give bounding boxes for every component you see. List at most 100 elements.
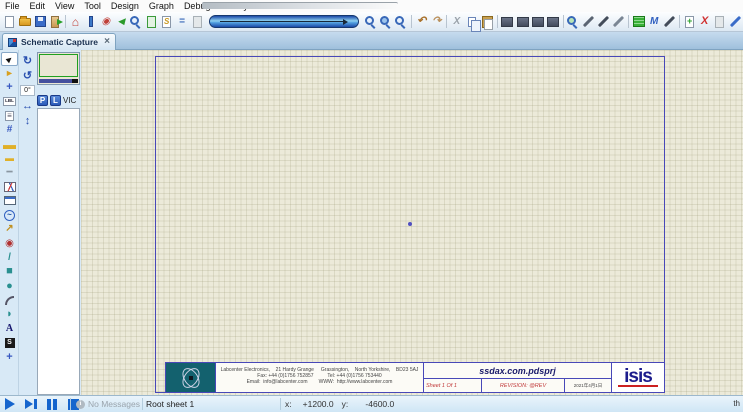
hammer-tool-icon[interactable] — [611, 14, 626, 30]
electrical-tools-icon[interactable] — [662, 14, 677, 30]
design-explorer-icon[interactable] — [129, 14, 144, 30]
menu-file[interactable]: File — [0, 0, 25, 12]
generator-mode-icon[interactable]: ~ — [1, 208, 18, 222]
cursor-coordinates: x: +1200.0 y: -4600.0 — [285, 399, 394, 409]
2d-path-icon[interactable]: ◗ — [1, 307, 18, 321]
status-divider — [70, 398, 71, 410]
find-component-icon[interactable] — [566, 14, 581, 30]
wire-label-mode-icon[interactable]: LBL — [1, 95, 18, 109]
open-project-icon[interactable] — [17, 14, 32, 30]
new-document-icon[interactable] — [2, 14, 17, 30]
rotate-clockwise-icon[interactable]: ↻ — [20, 53, 35, 68]
simulation-graph-icon[interactable] — [631, 14, 646, 30]
message-area[interactable]: i No Messages — [76, 397, 140, 411]
2d-marker-icon[interactable]: + — [1, 350, 18, 364]
gerber-viewer-icon[interactable]: = — [174, 14, 189, 30]
zoom-in-icon[interactable] — [363, 14, 378, 30]
copy-icon[interactable] — [464, 14, 479, 30]
zoom-out-icon[interactable] — [379, 14, 394, 30]
2d-line-icon[interactable]: / — [1, 251, 18, 265]
toolbar-separator — [446, 15, 447, 28]
device-list-item[interactable]: VIC — [63, 96, 76, 105]
toolbar-separator — [679, 15, 680, 28]
3d-visualizer-icon[interactable] — [144, 14, 159, 30]
block-copy-icon[interactable] — [500, 14, 515, 30]
tab-schematic-capture[interactable]: Schematic Capture × — [2, 33, 116, 50]
sheet-info-row: Sheet 1 Of 1 REVISION: @REV 2021年4月1日 — [424, 379, 611, 392]
voltage-probe-mode-icon[interactable]: ↗ — [1, 222, 18, 236]
property-tool-icon[interactable] — [581, 14, 596, 30]
zoom-slider-capsule[interactable] — [209, 15, 360, 28]
edit-properties-icon[interactable] — [728, 14, 743, 30]
object-selector: P L VIC — [36, 50, 81, 395]
undo-icon[interactable]: ↶ — [414, 14, 429, 30]
goto-sheet-icon[interactable] — [712, 14, 727, 30]
project-notes-icon[interactable] — [190, 14, 205, 30]
terminals-mode-icon[interactable]: ▬ — [1, 151, 18, 165]
schematic-overview-preview[interactable] — [37, 52, 80, 85]
bom-icon[interactable]: M — [647, 14, 662, 30]
block-delete-icon[interactable] — [545, 14, 560, 30]
home-page-icon[interactable]: ⌂ — [68, 14, 83, 30]
paste-icon[interactable] — [480, 14, 495, 30]
2d-circle-icon[interactable]: ● — [1, 279, 18, 293]
schematic-capture-tab-icon — [8, 38, 17, 47]
pause-button[interactable] — [45, 398, 59, 410]
origin-marker — [408, 222, 412, 226]
menu-edit[interactable]: Edit — [25, 0, 51, 12]
x-label: x: — [285, 399, 292, 409]
text-script-mode-icon[interactable]: ≡ — [1, 109, 18, 123]
remove-sheet-icon[interactable]: X — [697, 14, 712, 30]
main-area: ► ► + LBL ≡ # ▬ ▬ ━ ~ ↗ ◉ / ■ ● ◗ A S + … — [0, 50, 743, 395]
info-icon: i — [76, 400, 85, 409]
buses-mode-icon[interactable]: # — [1, 123, 18, 137]
play-button[interactable] — [3, 398, 17, 410]
2d-arc-icon[interactable] — [1, 293, 18, 307]
netlist-transfer-icon[interactable]: ◀ — [113, 14, 128, 30]
schematic-capture-icon[interactable] — [83, 14, 98, 30]
current-probe-mode-icon[interactable]: ◉ — [1, 236, 18, 250]
pick-devices-button[interactable]: P — [37, 95, 48, 106]
device-list[interactable] — [37, 108, 80, 395]
save-project-icon[interactable] — [32, 14, 47, 30]
component-mode-icon[interactable]: ► — [1, 66, 18, 80]
y-label: y: — [342, 399, 349, 409]
cut-icon[interactable]: X — [449, 14, 464, 30]
active-popup-mode-icon[interactable] — [1, 194, 18, 208]
new-sheet-icon[interactable]: + — [682, 14, 697, 30]
selection-mode-icon[interactable]: ► — [1, 52, 18, 66]
atom-icon — [180, 367, 202, 389]
pcb-layout-icon[interactable]: ◉ — [98, 14, 113, 30]
toolbar-separator — [497, 15, 498, 28]
menu-view[interactable]: View — [50, 0, 79, 12]
subcircuit-mode-icon[interactable]: ▬ — [1, 137, 18, 151]
block-rotate-icon[interactable] — [530, 14, 545, 30]
2d-box-icon[interactable]: ■ — [1, 265, 18, 279]
menu-graph[interactable]: Graph — [144, 0, 179, 12]
schematic-canvas[interactable]: Labcenter Electronics, 21 Hardy Grange G… — [81, 50, 743, 395]
graph-mode-icon[interactable] — [1, 180, 18, 194]
step-button[interactable] — [24, 398, 38, 410]
rotation-angle-field[interactable]: 0° — [20, 85, 35, 96]
menu-tool[interactable]: Tool — [79, 0, 106, 12]
mirror-horizontal-icon[interactable]: ↔ — [20, 98, 35, 113]
tab-label: Schematic Capture — [21, 37, 98, 47]
pencil-tool-icon[interactable] — [596, 14, 611, 30]
rotate-anticlockwise-icon[interactable]: ↺ — [20, 68, 35, 83]
menu-design[interactable]: Design — [106, 0, 144, 12]
junction-dot-mode-icon[interactable]: + — [1, 80, 18, 94]
message-text: No Messages — [88, 399, 140, 409]
device-pins-mode-icon[interactable]: ━ — [1, 166, 18, 180]
2d-text-icon[interactable]: A — [1, 322, 18, 336]
zoom-area-icon[interactable] — [394, 14, 409, 30]
2d-symbol-icon[interactable]: S — [1, 336, 18, 350]
block-move-icon[interactable] — [515, 14, 530, 30]
source-code-icon[interactable]: S — [159, 14, 174, 30]
close-project-icon[interactable] — [48, 14, 63, 30]
mirror-vertical-icon[interactable]: ↕ — [20, 113, 35, 128]
project-name: ssdax.com.pdsprj — [424, 363, 611, 379]
toolbar-grip[interactable] — [202, 2, 398, 9]
tab-close-icon[interactable]: × — [104, 37, 110, 47]
redo-icon[interactable]: ↷ — [429, 14, 444, 30]
library-manager-button[interactable]: L — [50, 95, 61, 106]
